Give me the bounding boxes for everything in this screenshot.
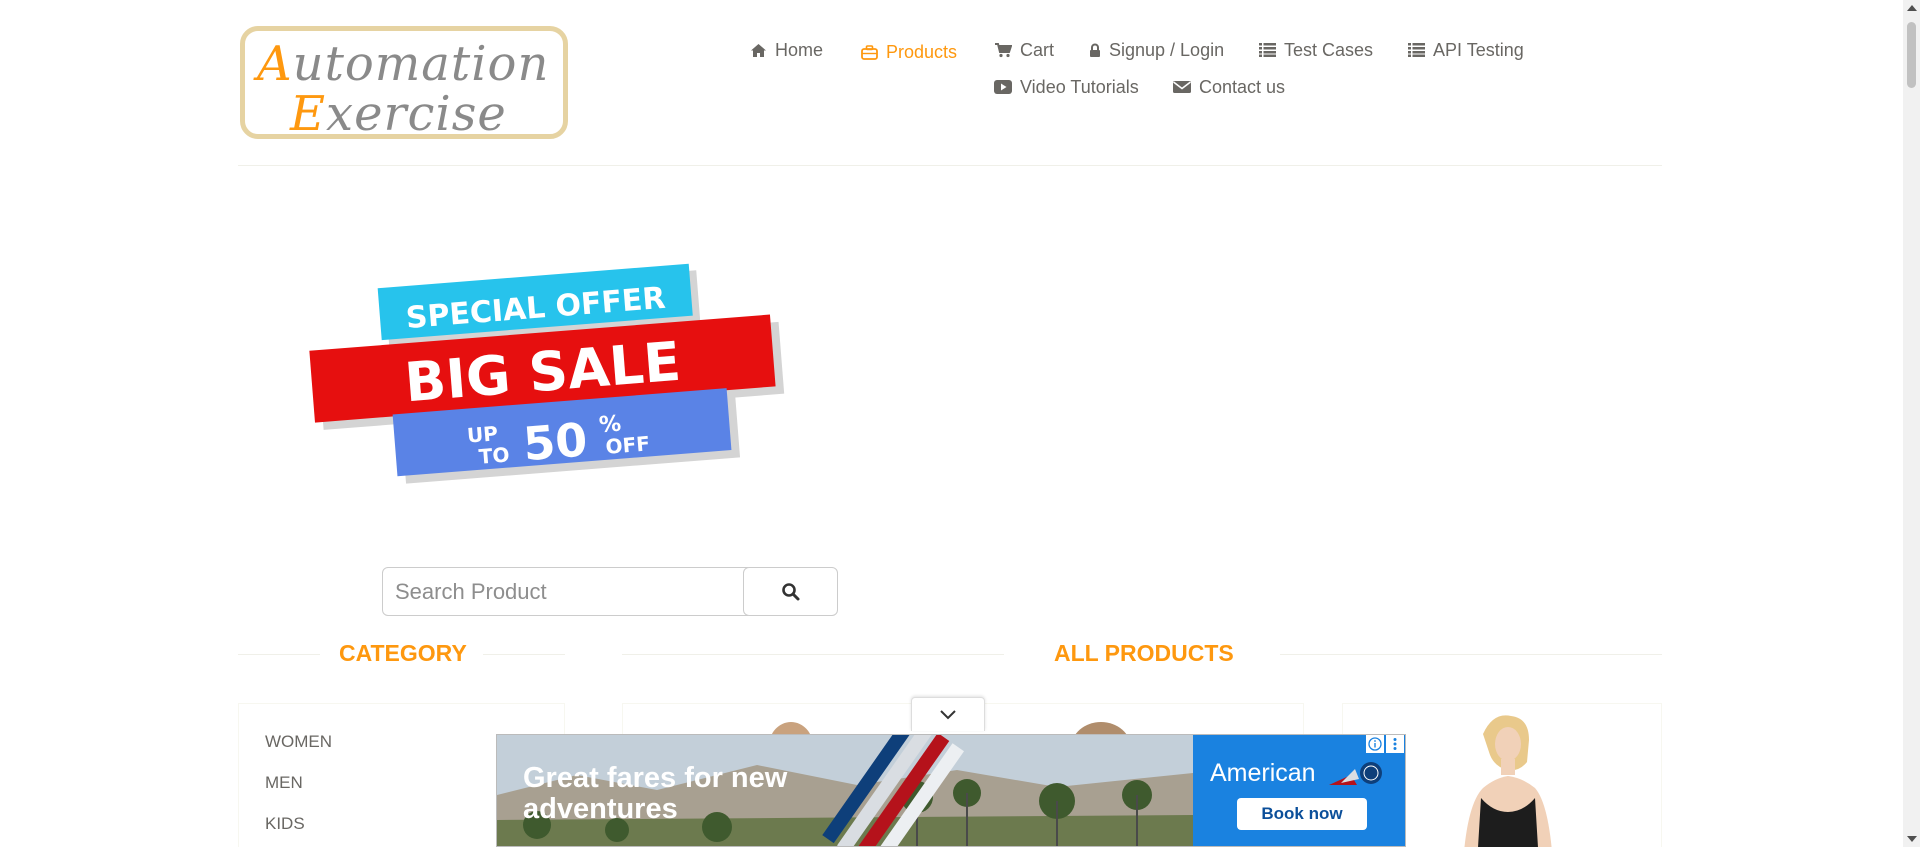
- products-title-line-right: [1280, 654, 1662, 655]
- nav-signup-login[interactable]: Signup / Login: [1089, 38, 1224, 62]
- special-offer-banner: SPECIAL OFFER BIG SALE UP TO 50 % OFF: [309, 263, 785, 484]
- ad-options-button[interactable]: [1386, 735, 1404, 753]
- category-item-men[interactable]: MEN: [265, 773, 303, 793]
- briefcase-icon: [861, 44, 878, 60]
- list-icon: [1408, 43, 1425, 57]
- search-icon: [781, 582, 799, 600]
- scrollbar-thumb[interactable]: [1907, 22, 1916, 88]
- nav-video-tutorials[interactable]: Video Tutorials: [994, 75, 1139, 99]
- products-title-line-left: [622, 654, 1004, 655]
- category-title: CATEGORY: [339, 640, 467, 666]
- banner-off-text: OFF: [605, 431, 651, 458]
- lock-icon: [1090, 43, 1100, 57]
- category-title-line-right: [483, 654, 565, 655]
- scroll-down-arrow-icon[interactable]: [1907, 836, 1917, 842]
- site-logo[interactable]: Automation Exercise: [240, 26, 568, 142]
- nav-test-cases[interactable]: Test Cases: [1259, 38, 1373, 62]
- search-button[interactable]: [743, 567, 838, 616]
- info-icon: [1368, 737, 1382, 751]
- logo-line-1: Automation: [257, 36, 550, 92]
- nav-products[interactable]: Products: [861, 40, 957, 64]
- ad-headline: Great fares for new adventures: [523, 762, 788, 825]
- ad-brand-name: American: [1210, 759, 1316, 787]
- search-product-input[interactable]: [382, 567, 748, 616]
- cart-icon: [995, 43, 1012, 58]
- category-item-kids[interactable]: KIDS: [265, 814, 305, 834]
- banner-percent-text: 50: [521, 412, 589, 471]
- logo-line-2: Exercise: [290, 86, 507, 142]
- category-title-line-left: [238, 654, 320, 655]
- envelope-icon: [1173, 81, 1191, 93]
- home-icon: [751, 43, 766, 57]
- ad-collapse-button[interactable]: [911, 697, 985, 731]
- header-divider: [238, 165, 1662, 166]
- nav-home[interactable]: Home: [750, 38, 823, 62]
- category-item-women[interactable]: WOMEN: [265, 732, 332, 752]
- youtube-play-icon: [994, 80, 1012, 94]
- ad-book-now-button[interactable]: Book now: [1237, 798, 1367, 830]
- advertisement-banner[interactable]: Great fares for new adventures American …: [496, 734, 1406, 847]
- airline-logo-icon: [1329, 762, 1382, 785]
- nav-contact-us[interactable]: Contact us: [1173, 75, 1285, 99]
- list-icon: [1259, 43, 1276, 57]
- more-vertical-icon: [1393, 738, 1397, 750]
- ad-info-button[interactable]: [1366, 735, 1384, 753]
- banner-to-text: TO: [478, 442, 510, 468]
- chevron-down-icon: [940, 710, 956, 720]
- nav-api-testing[interactable]: API Testing: [1408, 38, 1524, 62]
- scroll-up-arrow-icon[interactable]: [1907, 5, 1917, 11]
- page-scrollbar[interactable]: [1903, 0, 1920, 847]
- nav-cart[interactable]: Cart: [994, 38, 1054, 62]
- all-products-title: ALL PRODUCTS: [1054, 640, 1234, 666]
